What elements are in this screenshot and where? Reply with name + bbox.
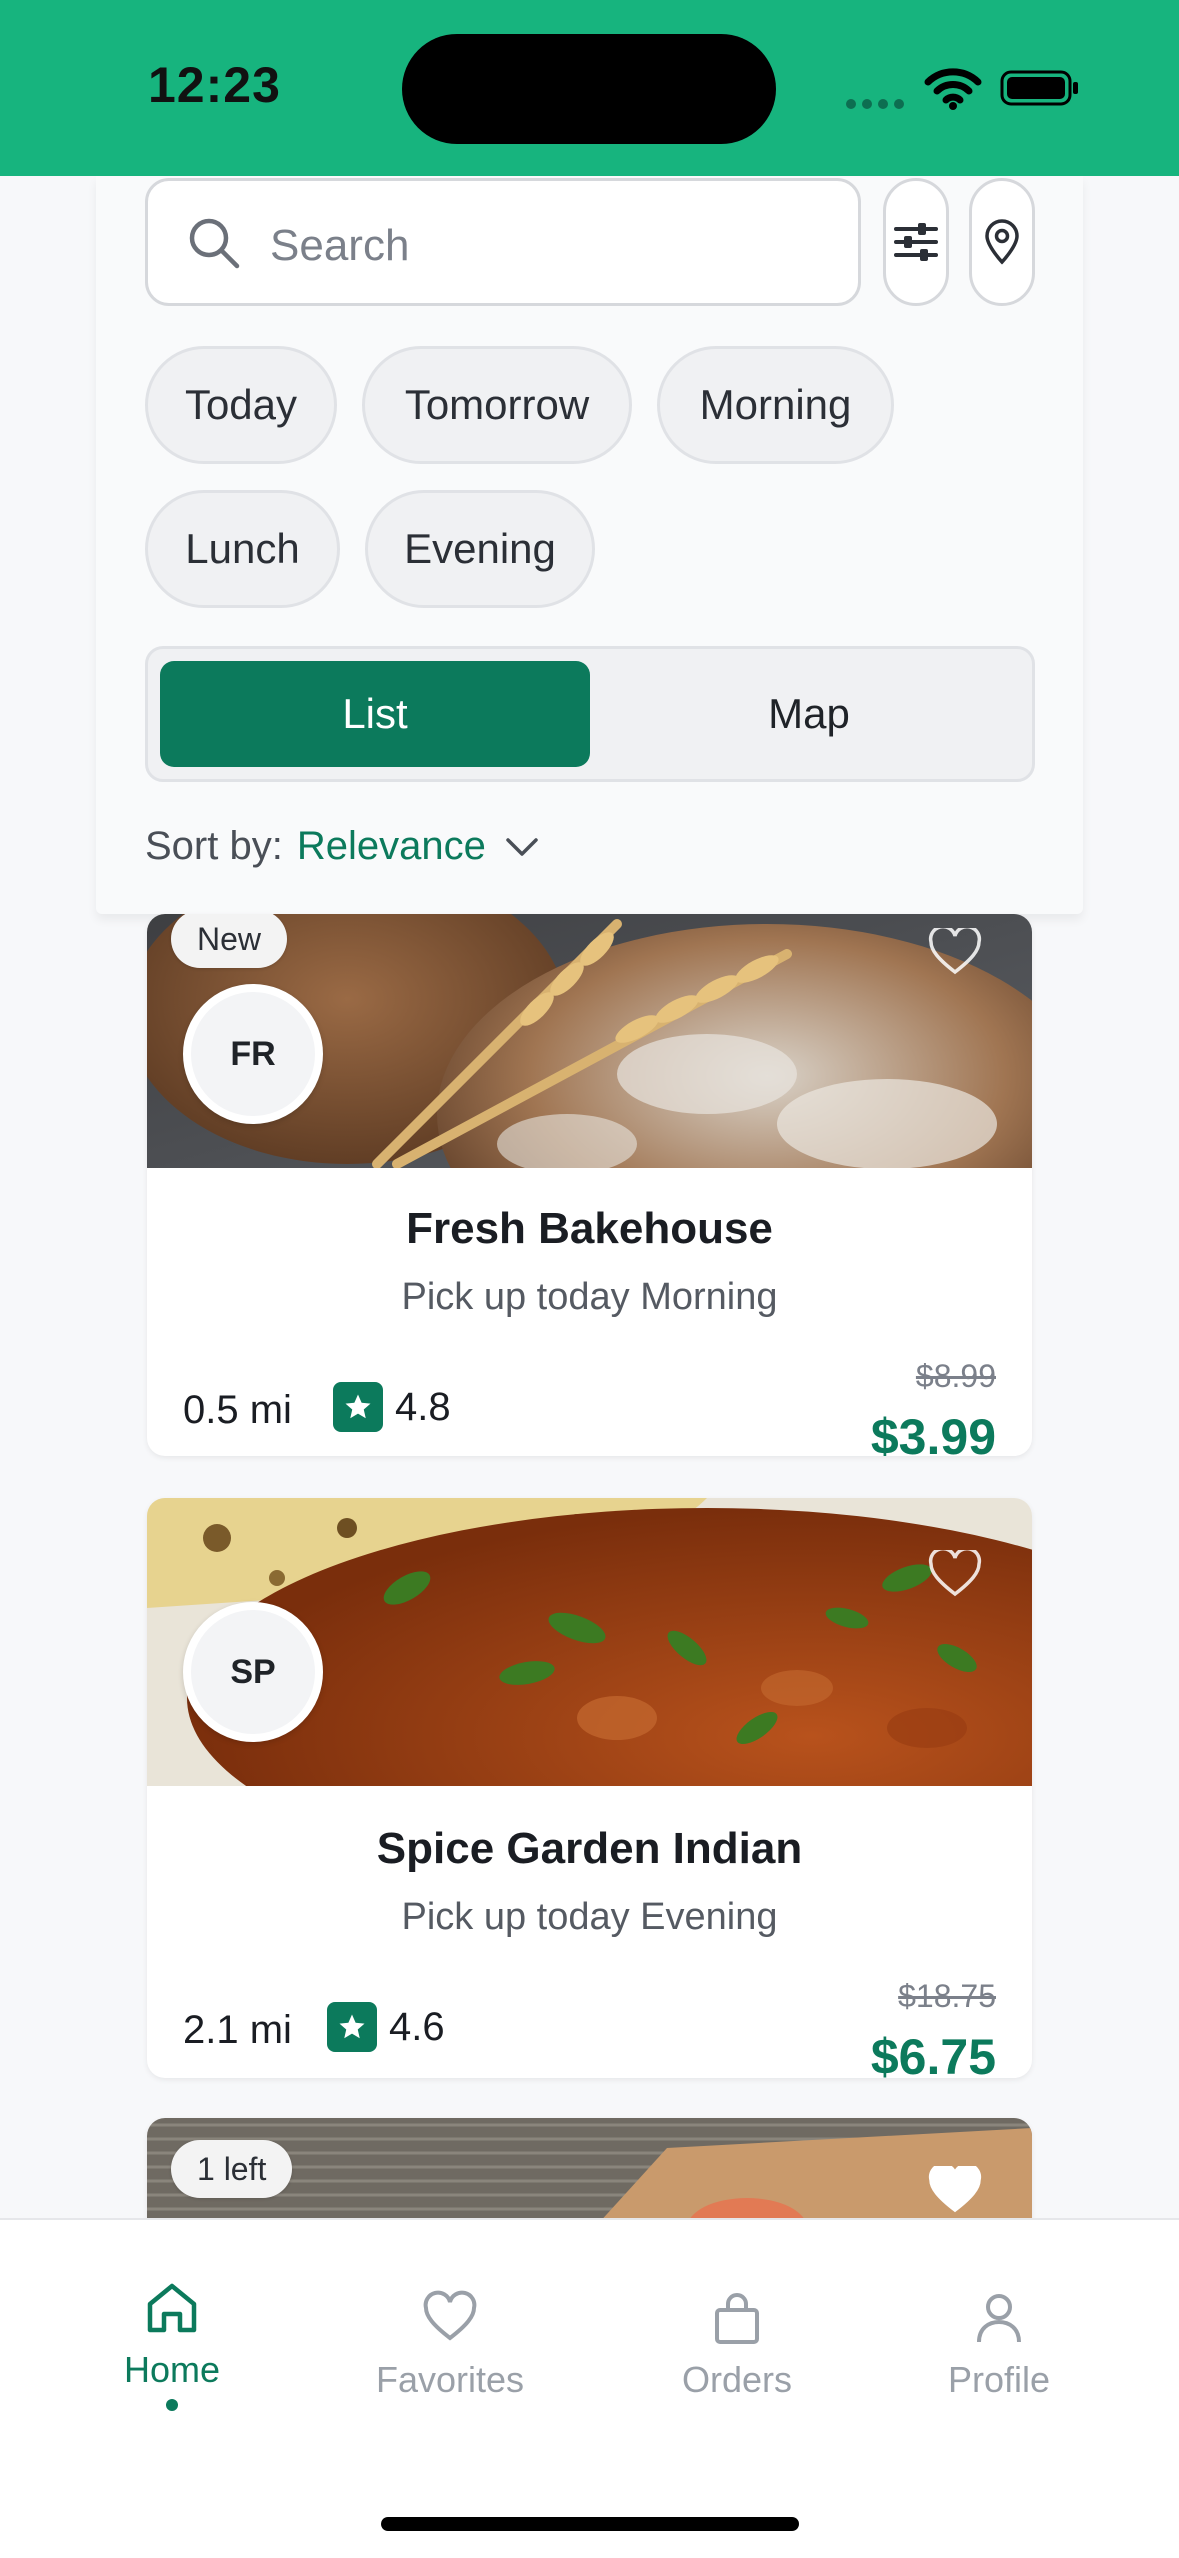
- avatar: SP: [183, 1602, 323, 1742]
- store-name: Spice Garden Indian: [376, 1824, 803, 1873]
- list-view-button[interactable]: List: [160, 661, 590, 767]
- active-indicator: [166, 2399, 178, 2411]
- original-price: $8.99: [915, 1358, 996, 1394]
- tab-label: Orders: [681, 2359, 793, 2400]
- person-icon: [977, 2294, 1021, 2343]
- store-name: Fresh Bakehouse: [406, 1204, 773, 1253]
- pickup-time: Pick up today Evening: [401, 1896, 778, 1938]
- tab-profile[interactable]: Profile: [899, 2280, 1099, 2401]
- chip-today[interactable]: Today: [145, 346, 337, 464]
- search-icon: [189, 218, 240, 269]
- rating-value: 4.6: [389, 2004, 445, 2049]
- chip-morning[interactable]: Morning: [657, 346, 894, 464]
- heart-icon[interactable]: [928, 928, 982, 976]
- sort-dropdown[interactable]: Sort by: Relevance: [145, 824, 542, 869]
- sliders-icon: [894, 223, 938, 261]
- distance: 2.1 mi: [183, 2008, 292, 2052]
- tab-label: Favorites: [375, 2359, 525, 2400]
- star-icon: [327, 2002, 377, 2052]
- tab-label: Home: [123, 2349, 221, 2390]
- status-badge: New: [171, 914, 288, 968]
- rating: 4.6: [327, 2002, 445, 2052]
- location-pin-icon: [985, 219, 1019, 265]
- battery-icon: [1000, 70, 1078, 106]
- status-time: 12:23: [148, 57, 281, 113]
- signal-icon: [846, 96, 910, 114]
- view-toggle: List Map: [145, 646, 1035, 782]
- filter-button[interactable]: [883, 178, 949, 306]
- tab-favorites[interactable]: Favorites: [350, 2280, 550, 2401]
- tab-home[interactable]: Home: [72, 2280, 272, 2411]
- bag-icon: [715, 2293, 759, 2344]
- heart-icon: [423, 2290, 477, 2341]
- status-badge: 1 left: [171, 2140, 293, 2198]
- status-bar: 12:23: [0, 0, 1179, 176]
- chip-evening[interactable]: Evening: [365, 490, 595, 608]
- chip-tomorrow[interactable]: Tomorrow: [362, 346, 632, 464]
- chevron-down-icon: [506, 837, 538, 856]
- heart-icon[interactable]: [928, 1550, 982, 1598]
- chip-lunch[interactable]: Lunch: [145, 490, 340, 608]
- dynamic-island: [402, 34, 776, 144]
- distance: 0.5 mi: [183, 1388, 292, 1432]
- listing-card[interactable]: New FR Fresh Bakehouse Pick up today Mor…: [147, 914, 1032, 1456]
- sale-price: $3.99: [870, 1409, 996, 1456]
- map-view-button[interactable]: Map: [594, 661, 1024, 767]
- location-button[interactable]: [969, 178, 1035, 306]
- tab-orders[interactable]: Orders: [637, 2280, 837, 2401]
- pickup-time: Pick up today Morning: [401, 1276, 778, 1318]
- search-input[interactable]: Search: [270, 221, 409, 271]
- tab-bar: Home Favorites Orders Profile: [0, 2218, 1179, 2558]
- tab-label: Profile: [947, 2359, 1051, 2400]
- rating: 4.8: [333, 1382, 451, 1432]
- heart-icon[interactable]: [928, 2166, 982, 2214]
- wifi-icon: [924, 68, 982, 110]
- home-icon: [147, 2283, 197, 2333]
- rating-value: 4.8: [395, 1384, 451, 1429]
- home-indicator: [381, 2517, 799, 2531]
- star-icon: [333, 1382, 383, 1432]
- original-price: $18.75: [898, 1978, 996, 2014]
- search-field[interactable]: Search: [145, 178, 861, 306]
- avatar: FR: [183, 984, 323, 1124]
- sort-label: Sort by:: [145, 824, 283, 868]
- sort-value: Relevance: [296, 824, 486, 868]
- listing-card[interactable]: SP Spice Garden Indian Pick up today Eve…: [147, 1498, 1032, 2078]
- sale-price: $6.75: [870, 2029, 996, 2078]
